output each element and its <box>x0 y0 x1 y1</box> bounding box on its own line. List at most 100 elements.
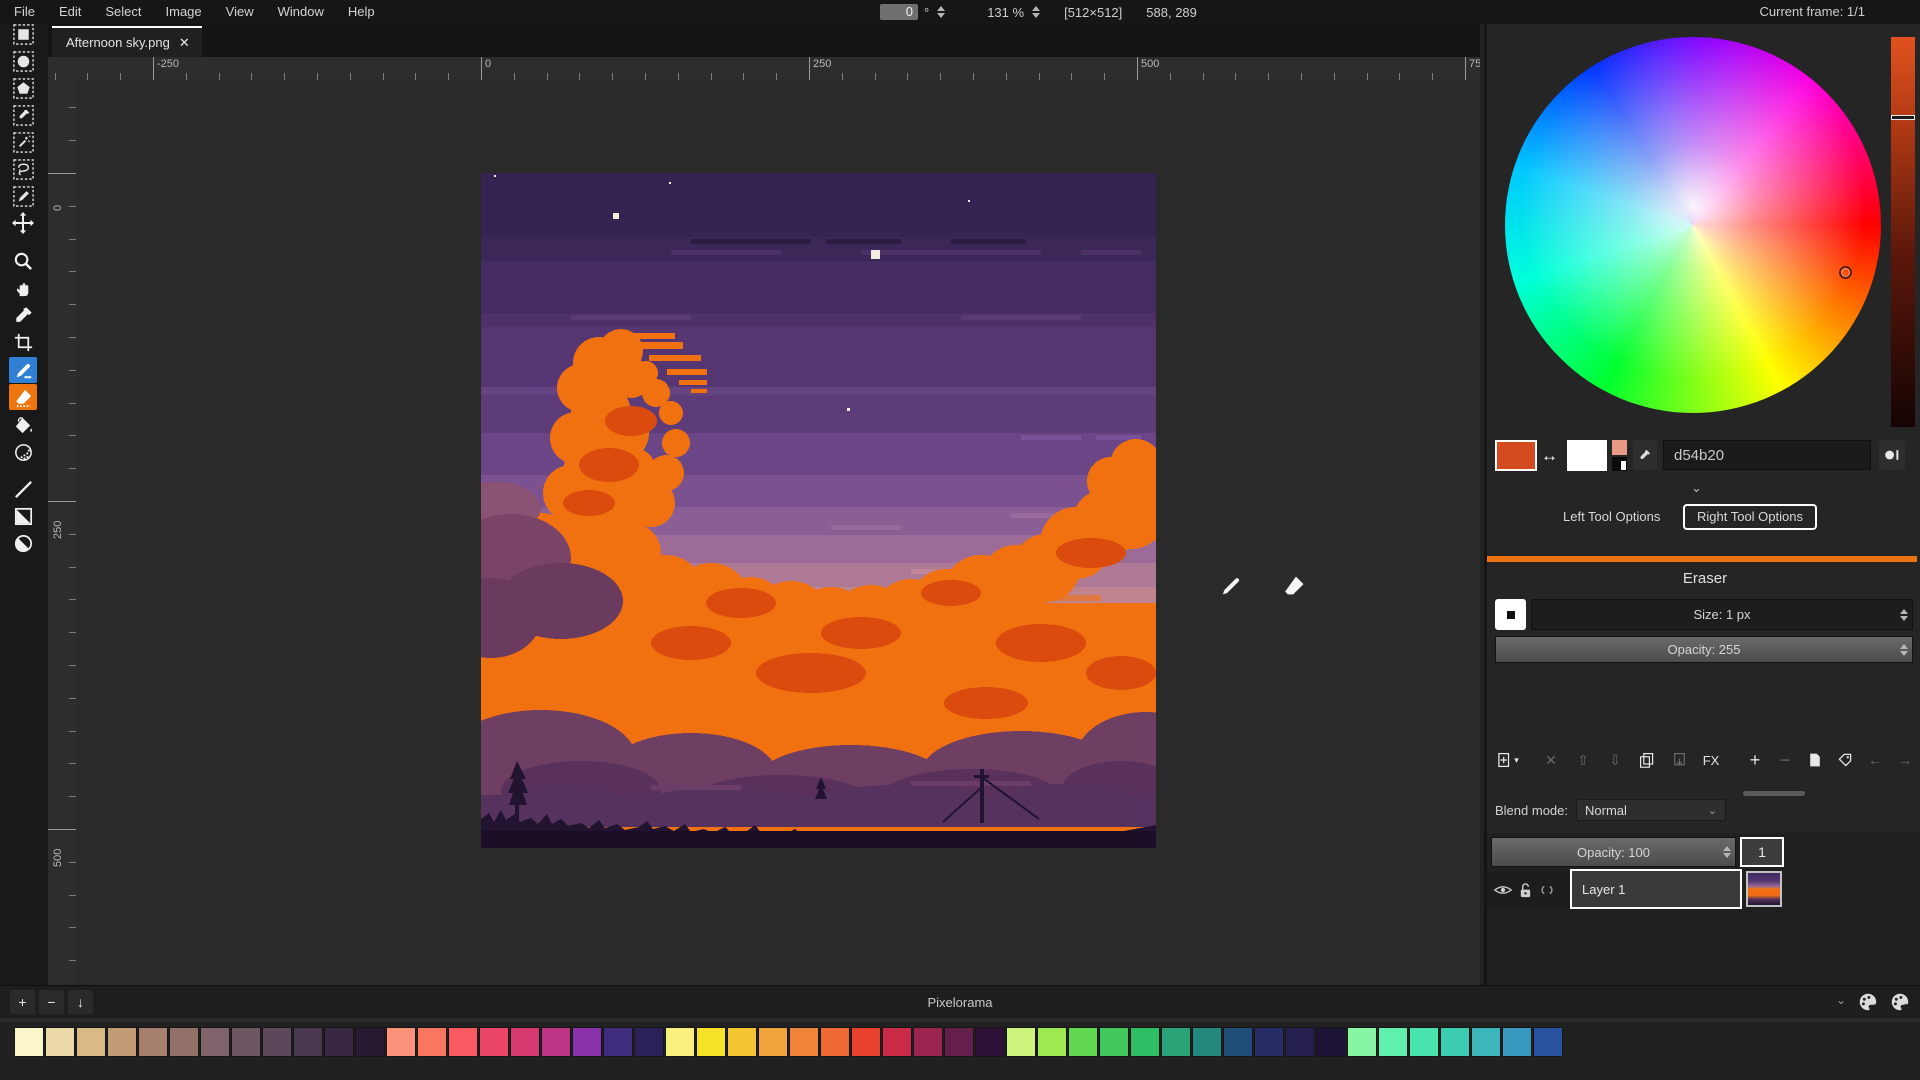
palette-swatch[interactable] <box>820 1027 850 1057</box>
layer-visibility-icon[interactable] <box>1493 883 1513 897</box>
line-tool[interactable] <box>9 476 37 502</box>
zoom-spinner[interactable] <box>1032 6 1040 18</box>
palette-swatch[interactable] <box>1409 1027 1439 1057</box>
menu-view[interactable]: View <box>214 0 266 24</box>
zoom-value[interactable]: 131 % <box>987 5 1024 20</box>
value-slider-handle[interactable] <box>1891 115 1915 120</box>
palette-swatch[interactable] <box>386 1027 416 1057</box>
tab-close-icon[interactable]: ✕ <box>179 35 190 51</box>
menu-help[interactable]: Help <box>336 0 387 24</box>
frame-header-cell[interactable]: 1 <box>1740 837 1784 867</box>
palette-swatch[interactable] <box>1130 1027 1160 1057</box>
tab-right-tool-options[interactable]: Right Tool Options <box>1683 504 1817 530</box>
palette-swatch[interactable] <box>1068 1027 1098 1057</box>
palette-swatch[interactable] <box>200 1027 230 1057</box>
layer-thumbnail[interactable] <box>1746 871 1782 907</box>
palette-select-dropdown-icon[interactable]: ⌄ <box>1836 993 1846 1007</box>
palette-swatch[interactable] <box>1471 1027 1501 1057</box>
rotation-spinner[interactable] <box>937 6 945 18</box>
palette-swatch[interactable] <box>324 1027 354 1057</box>
palette-swatch[interactable] <box>355 1027 385 1057</box>
hex-color-input[interactable] <box>1663 440 1871 470</box>
palette-swatch[interactable] <box>634 1027 664 1057</box>
size-slider[interactable]: Size: 1 px <box>1531 599 1913 630</box>
lasso-tool[interactable] <box>9 156 37 182</box>
prev-frame-button[interactable]: ← <box>1863 748 1887 772</box>
menu-select[interactable]: Select <box>93 0 153 24</box>
secondary-color-swatch[interactable] <box>1567 440 1607 471</box>
palette-swatch[interactable] <box>851 1027 881 1057</box>
palette-swatch[interactable] <box>1192 1027 1222 1057</box>
color-picker-tool[interactable] <box>9 302 37 328</box>
ellipse-select-tool[interactable] <box>9 48 37 74</box>
move-tool[interactable] <box>9 210 37 236</box>
crop-tool[interactable] <box>9 329 37 355</box>
menu-edit[interactable]: Edit <box>47 0 93 24</box>
clone-frame-button[interactable] <box>1803 748 1827 772</box>
palette-swatch[interactable] <box>1254 1027 1284 1057</box>
rectangle-select-tool[interactable] <box>9 21 37 47</box>
palette-swatch[interactable] <box>107 1027 137 1057</box>
color-wheel[interactable] <box>1505 37 1881 413</box>
timeline-scrollbar[interactable] <box>1743 791 1805 796</box>
remove-layer-button[interactable]: ✕ <box>1539 748 1563 772</box>
tab-afternoon-sky[interactable]: Afternoon sky.png ✕ <box>52 26 202 57</box>
eyedropper-button[interactable] <box>1633 440 1657 470</box>
add-layer-dropdown-icon[interactable]: ▾ <box>1514 755 1519 766</box>
color-wheel-cursor[interactable] <box>1839 266 1852 279</box>
palette-swatch[interactable] <box>479 1027 509 1057</box>
palette-swatch[interactable] <box>944 1027 974 1057</box>
palette-swatch[interactable] <box>1316 1027 1346 1057</box>
palette-swatch[interactable] <box>76 1027 106 1057</box>
swap-colors-icon[interactable]: ↔ <box>1541 446 1558 477</box>
palette-swatch[interactable] <box>138 1027 168 1057</box>
palette-swatch[interactable] <box>882 1027 912 1057</box>
palette-swatch[interactable] <box>572 1027 602 1057</box>
magic-wand-tool[interactable] <box>9 129 37 155</box>
palette-swatch[interactable] <box>14 1027 44 1057</box>
pan-tool[interactable] <box>9 275 37 301</box>
zoom-tool[interactable] <box>9 248 37 274</box>
size-spinner[interactable] <box>1900 609 1908 621</box>
merge-down-button[interactable] <box>1667 748 1691 772</box>
primary-color-swatch[interactable] <box>1495 440 1537 471</box>
bucket-tool[interactable] <box>9 412 37 438</box>
remove-frame-button[interactable]: − <box>1773 748 1797 772</box>
menu-window[interactable]: Window <box>266 0 336 24</box>
palette-swatch[interactable] <box>1099 1027 1129 1057</box>
eraser-tool[interactable] <box>9 384 37 410</box>
pencil-tool[interactable] <box>9 357 37 383</box>
palette-swatch[interactable] <box>1533 1027 1563 1057</box>
layer-link-icon[interactable] <box>1538 884 1556 896</box>
horizontal-ruler[interactable]: -250025050075 <box>48 57 1480 80</box>
ellipse-tool[interactable] <box>9 530 37 556</box>
palette-swatch[interactable] <box>1161 1027 1191 1057</box>
palette-swatch[interactable] <box>727 1027 757 1057</box>
palette-swatch[interactable] <box>1037 1027 1067 1057</box>
value-slider[interactable] <box>1891 37 1915 427</box>
tag-frame-button[interactable] <box>1833 748 1857 772</box>
rotation-input[interactable]: 0 <box>880 4 918 20</box>
move-layer-down-button[interactable]: ⇩ <box>1603 748 1627 772</box>
palette-swatch[interactable] <box>1223 1027 1253 1057</box>
rectangle-tool[interactable] <box>9 503 37 529</box>
palette-swatch[interactable] <box>913 1027 943 1057</box>
palette-swatch[interactable] <box>789 1027 819 1057</box>
move-layer-up-button[interactable]: ⇧ <box>1571 748 1595 772</box>
layer-name-cell[interactable]: Layer 1 <box>1570 869 1742 909</box>
tab-left-tool-options[interactable]: Left Tool Options <box>1551 504 1672 530</box>
next-frame-button[interactable]: → <box>1893 748 1917 772</box>
polygon-select-tool[interactable] <box>9 75 37 101</box>
tool-opacity-spinner[interactable] <box>1900 644 1908 656</box>
color-select-tool[interactable] <box>9 102 37 128</box>
paint-select-tool[interactable] <box>9 183 37 209</box>
layer-lock-icon[interactable] <box>1518 882 1533 899</box>
palette-swatch[interactable] <box>1006 1027 1036 1057</box>
add-palette-button[interactable] <box>1887 989 1913 1015</box>
palette-swatch[interactable] <box>1502 1027 1532 1057</box>
layer-fx-button[interactable]: FX <box>1699 748 1723 772</box>
palette-scrollbar[interactable] <box>0 1018 1920 1022</box>
palette-swatch[interactable] <box>541 1027 571 1057</box>
edit-palette-button[interactable]: … <box>1855 989 1881 1015</box>
tool-opacity-slider[interactable]: Opacity: 255 <box>1495 636 1913 663</box>
